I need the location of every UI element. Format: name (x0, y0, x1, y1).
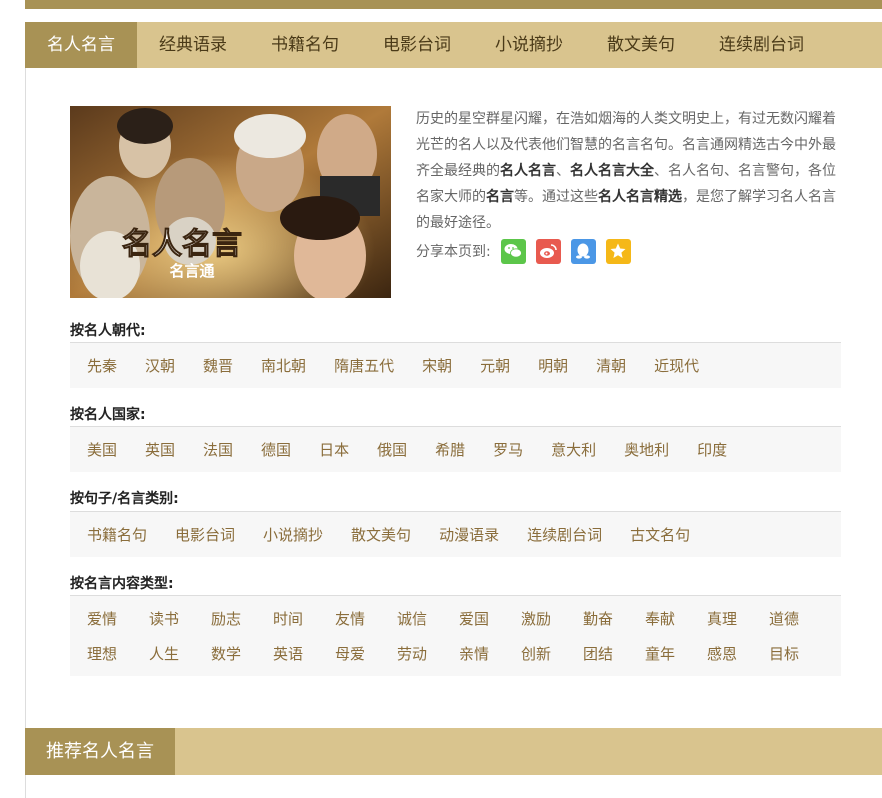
link-row: 书籍名句 电影台词 小说摘抄 散文美句 动漫语录 连续剧台词 古文名句 (70, 517, 841, 552)
section-links-box: 书籍名句 电影台词 小说摘抄 散文美句 动漫语录 连续剧台词 古文名句 (70, 511, 841, 557)
filter-link[interactable]: 隋唐五代 (334, 355, 394, 376)
filter-link[interactable]: 友情 (335, 608, 369, 629)
filter-link[interactable]: 明朝 (538, 355, 568, 376)
filter-link[interactable]: 宋朝 (422, 355, 452, 376)
filter-link[interactable]: 汉朝 (145, 355, 175, 376)
filter-link[interactable]: 意大利 (551, 439, 596, 460)
filter-link[interactable]: 罗马 (493, 439, 523, 460)
tab-1[interactable]: 经典语录 (137, 22, 249, 68)
filter-link[interactable]: 读书 (149, 608, 183, 629)
wechat-icon[interactable] (500, 238, 526, 264)
tab-3[interactable]: 电影台词 (361, 22, 473, 68)
filter-link[interactable]: 古文名句 (630, 524, 690, 545)
filter-link[interactable]: 元朝 (480, 355, 510, 376)
filter-link[interactable]: 童年 (645, 643, 679, 664)
intro-part: 、 (556, 163, 570, 179)
filter-link[interactable]: 数学 (211, 643, 245, 664)
tab-0[interactable]: 名人名言 (25, 22, 137, 68)
filter-link[interactable]: 美国 (87, 439, 117, 460)
filter-link[interactable]: 动漫语录 (439, 524, 499, 545)
category-tabs: 名人名言 经典语录 书籍名句 电影台词 小说摘抄 散文美句 连续剧台词 (25, 22, 882, 68)
filter-link[interactable]: 南北朝 (261, 355, 306, 376)
recommend-title: 推荐名人名言 (25, 728, 175, 775)
filter-link[interactable]: 爱国 (459, 608, 493, 629)
weibo-icon[interactable] (535, 238, 561, 264)
tab-6[interactable]: 连续剧台词 (697, 22, 826, 68)
filter-link[interactable]: 勤奋 (583, 608, 617, 629)
filter-link[interactable]: 清朝 (596, 355, 626, 376)
filter-link[interactable]: 连续剧台词 (527, 524, 602, 545)
filter-link[interactable]: 团结 (583, 643, 617, 664)
qzone-icon[interactable] (605, 238, 631, 264)
top-accent-bar (25, 0, 882, 9)
filter-link[interactable]: 希腊 (435, 439, 465, 460)
filter-link[interactable]: 亲情 (459, 643, 493, 664)
intro-keyword: 名人名言大全 (570, 163, 654, 179)
filter-link[interactable]: 德国 (261, 439, 291, 460)
qq-icon[interactable] (570, 238, 596, 264)
section-title: 按句子/名言类别: (70, 491, 179, 507)
filter-link[interactable]: 小说摘抄 (263, 524, 323, 545)
filter-link[interactable]: 奥地利 (624, 439, 669, 460)
filter-link[interactable]: 真理 (707, 608, 741, 629)
filter-link[interactable]: 感恩 (707, 643, 741, 664)
share-bar: 分享本页到: (416, 238, 641, 264)
filter-link[interactable]: 英语 (273, 643, 307, 664)
section-title: 按名人国家: (70, 407, 146, 423)
intro-keyword: 名人名言精选 (598, 189, 682, 205)
filter-link[interactable]: 劳动 (397, 643, 431, 664)
filter-link[interactable]: 时间 (273, 608, 307, 629)
link-row: 理想 人生 数学 英语 母爱 劳动 亲情 创新 团结 童年 感恩 目标 (70, 636, 841, 671)
hero-title: 名人名言 (122, 227, 242, 262)
filter-link[interactable]: 励志 (211, 608, 245, 629)
link-row: 先秦 汉朝 魏晋 南北朝 隋唐五代 宋朝 元朝 明朝 清朝 近现代 (70, 348, 841, 383)
filter-link[interactable]: 英国 (145, 439, 175, 460)
tab-4[interactable]: 小说摘抄 (473, 22, 585, 68)
intro-keyword: 名人名言 (500, 163, 556, 179)
section-title: 按名人朝代: (70, 323, 146, 339)
filter-link[interactable]: 目标 (769, 643, 803, 664)
filter-link[interactable]: 印度 (697, 439, 727, 460)
filter-link[interactable]: 奉献 (645, 608, 679, 629)
hero-collage-graphic: 名人名言 名言通 (70, 106, 391, 298)
hero-image: 名人名言 名言通 (70, 106, 391, 298)
filter-link[interactable]: 日本 (319, 439, 349, 460)
filter-link[interactable]: 魏晋 (203, 355, 233, 376)
filter-link[interactable]: 人生 (149, 643, 183, 664)
intro-text: 历史的星空群星闪耀，在浩如烟海的人类文明史上，有过无数闪耀着光芒的名人以及代表他… (416, 106, 840, 236)
link-row: 美国 英国 法国 德国 日本 俄国 希腊 罗马 意大利 奥地利 印度 (70, 432, 841, 467)
recommend-frame (25, 775, 882, 798)
tab-2[interactable]: 书籍名句 (249, 22, 361, 68)
section-title: 按名言内容类型: (70, 576, 174, 592)
filter-link[interactable]: 俄国 (377, 439, 407, 460)
intro-keyword: 名言 (486, 189, 514, 205)
filter-link[interactable]: 母爱 (335, 643, 369, 664)
filter-link[interactable]: 爱情 (87, 608, 121, 629)
hero-subtitle: 名言通 (169, 262, 214, 280)
filter-link[interactable]: 道德 (769, 608, 803, 629)
filter-link[interactable]: 法国 (203, 439, 233, 460)
section-links-box: 美国 英国 法国 德国 日本 俄国 希腊 罗马 意大利 奥地利 印度 (70, 426, 841, 472)
filter-link[interactable]: 散文美句 (351, 524, 411, 545)
filter-link[interactable]: 理想 (87, 643, 121, 664)
filter-link[interactable]: 诚信 (397, 608, 431, 629)
link-row: 爱情 读书 励志 时间 友情 诚信 爱国 激励 勤奋 奉献 真理 道德 (70, 601, 841, 636)
filter-link[interactable]: 激励 (521, 608, 555, 629)
share-label: 分享本页到: (416, 244, 491, 260)
filter-link[interactable]: 创新 (521, 643, 555, 664)
tab-5[interactable]: 散文美句 (585, 22, 697, 68)
section-links-box: 先秦 汉朝 魏晋 南北朝 隋唐五代 宋朝 元朝 明朝 清朝 近现代 (70, 342, 841, 388)
filter-link[interactable]: 电影台词 (175, 524, 235, 545)
filter-link[interactable]: 先秦 (87, 355, 117, 376)
section-links-box: 爱情 读书 励志 时间 友情 诚信 爱国 激励 勤奋 奉献 真理 道德理想 人生 数学 英语 母爱 劳动 亲情 创新… (70, 595, 841, 676)
filter-link[interactable]: 近现代 (654, 355, 699, 376)
recommend-header: 推荐名人名言 (25, 728, 882, 775)
filter-link[interactable]: 书籍名句 (87, 524, 147, 545)
intro-part: 等。通过这些 (514, 189, 598, 205)
